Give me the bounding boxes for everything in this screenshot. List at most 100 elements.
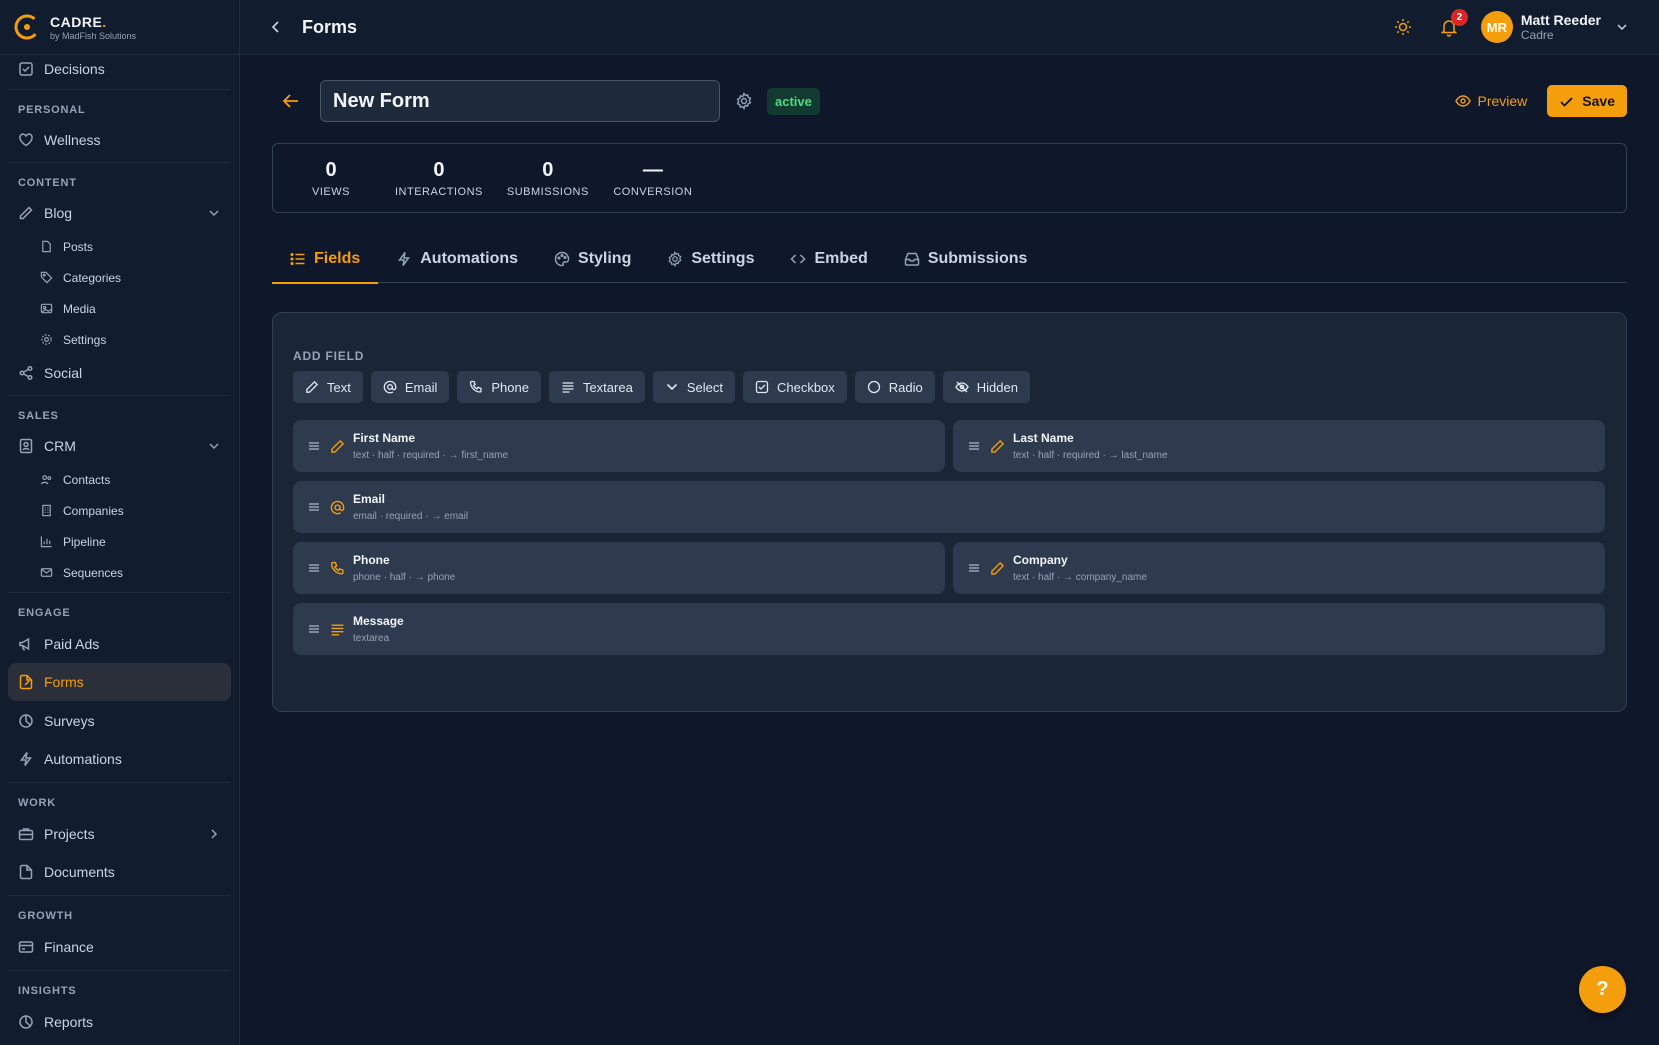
sidebar-item-label: Forms — [44, 674, 84, 690]
field-row-email[interactable]: Email email · required · → email — [293, 481, 1605, 533]
sidebar-subitem-categories[interactable]: Categories — [38, 262, 239, 293]
user-org: Cadre — [1520, 28, 1554, 42]
sidebar-item-social[interactable]: Social — [8, 355, 231, 391]
field-type-label: Text — [327, 379, 351, 395]
users-icon — [40, 475, 52, 485]
sidebar-subitem-companies[interactable]: Companies — [38, 495, 239, 526]
share-icon — [19, 365, 33, 381]
drag-handle-icon[interactable] — [307, 439, 321, 453]
sidebar-item-forms[interactable]: Forms — [8, 663, 231, 701]
chevron-down-icon[interactable] — [207, 439, 221, 453]
sidebar-item-label: Blog — [44, 205, 73, 221]
tab-label: Automations — [420, 250, 519, 267]
field-row-message[interactable]: Message textarea — [293, 603, 1605, 655]
status-badge: active — [767, 87, 820, 115]
card-icon — [18, 941, 34, 953]
add-radio-field-button[interactable]: Radio — [854, 371, 935, 403]
add-text-field-button[interactable]: Text — [293, 371, 363, 403]
sidebar-item-label: Wellness — [44, 132, 101, 148]
sidebar-item-decisions[interactable]: Decisions — [8, 53, 231, 85]
sidebar-item-finance[interactable]: Finance — [8, 928, 231, 966]
phone-icon — [330, 561, 344, 575]
field-type-label: Phone — [491, 379, 529, 395]
arrow-left-icon[interactable] — [280, 90, 302, 112]
chevron-down-icon[interactable] — [1615, 20, 1629, 34]
field-label: Last Name — [1013, 431, 1074, 445]
tab-label: Submissions — [927, 250, 1028, 267]
user-menu[interactable]: Matt Reeder Cadre — [1521, 12, 1601, 42]
tab-fields[interactable]: Fields — [272, 235, 379, 284]
field-row-phone[interactable]: Phone phone · half · → phone — [293, 542, 945, 594]
sidebar-item-wellness[interactable]: Wellness — [8, 122, 231, 158]
sun-icon[interactable] — [1393, 17, 1413, 37]
sidebar-subitem-settings[interactable]: Settings — [38, 324, 239, 355]
tab-embed[interactable]: Embed — [772, 235, 885, 283]
drag-handle-icon[interactable] — [307, 500, 321, 514]
cadre-logo-icon — [14, 14, 40, 40]
tab-automations[interactable]: Automations — [378, 235, 536, 283]
drag-handle-icon[interactable] — [307, 622, 321, 636]
tab-settings[interactable]: Settings — [649, 235, 772, 283]
pencil-icon — [991, 561, 1005, 575]
add-textarea-field-button[interactable]: Textarea — [548, 371, 645, 403]
sidebar-subitem-contacts[interactable]: Contacts — [38, 464, 239, 495]
add-phone-field-button[interactable]: Phone — [457, 371, 541, 403]
stat-label: VIEWS — [312, 185, 350, 198]
phone-icon — [470, 380, 483, 393]
tab-styling[interactable]: Styling — [536, 235, 649, 283]
sidebar-item-documents[interactable]: Documents — [8, 853, 231, 891]
sidebar-item-label: Documents — [44, 864, 115, 880]
field-row-first-name[interactable]: First Name text · half · required · → fi… — [293, 420, 945, 472]
sidebar-item-automations[interactable]: Automations — [8, 740, 231, 778]
form-icon — [19, 674, 33, 690]
avatar[interactable]: MR — [1480, 11, 1513, 43]
brand-subtitle: by MadFish Solutions — [50, 30, 137, 41]
field-type-label: Radio — [888, 379, 923, 395]
mail-icon — [40, 568, 53, 577]
sidebar-subitem-pipeline[interactable]: Pipeline — [38, 526, 239, 557]
tag-icon — [40, 271, 53, 284]
add-checkbox-field-button[interactable]: Checkbox — [742, 371, 847, 403]
sidebar-item-blog[interactable]: Blog — [8, 195, 231, 231]
stat-value: 0 — [325, 158, 337, 181]
tab-label: Fields — [314, 250, 361, 267]
save-button[interactable]: Save — [1547, 85, 1627, 117]
code-icon — [790, 254, 807, 264]
form-name-input[interactable] — [320, 80, 720, 122]
add-email-field-button[interactable]: Email — [370, 371, 450, 403]
sidebar-item-projects[interactable]: Projects — [8, 815, 231, 853]
sidebar-subitem-media[interactable]: Media — [38, 293, 239, 324]
at-icon — [330, 500, 345, 514]
lightning-icon — [398, 252, 411, 266]
chevron-left-icon[interactable] — [268, 19, 284, 35]
drag-handle-icon[interactable] — [967, 561, 981, 575]
drag-handle-icon[interactable] — [967, 439, 981, 453]
sidebar-subitem-posts[interactable]: Posts — [38, 231, 239, 262]
field-row-last-name[interactable]: Last Name text · half · required · → las… — [953, 420, 1605, 472]
add-select-field-button[interactable]: Select — [652, 371, 735, 403]
checkbox-icon — [755, 380, 769, 394]
chevron-right-icon[interactable] — [207, 827, 221, 841]
notification-badge: 2 — [1450, 9, 1468, 26]
user-name: Matt Reeder — [1520, 12, 1601, 28]
tab-submissions[interactable]: Submissions — [886, 235, 1046, 283]
sidebar-subitem-sequences[interactable]: Sequences — [38, 557, 239, 588]
help-button[interactable]: ? — [1579, 966, 1626, 1013]
sidebar-item-crm[interactable]: CRM — [8, 428, 231, 464]
sidebar-item-paid-ads[interactable]: Paid Ads — [8, 625, 231, 663]
field-label: First Name — [353, 431, 416, 445]
gear-icon[interactable] — [735, 92, 753, 110]
preview-button[interactable]: Preview — [1454, 93, 1527, 109]
chevron-down-icon — [666, 383, 677, 391]
sidebar-item-reports[interactable]: Reports — [8, 1003, 231, 1041]
sidebar-item-surveys[interactable]: Surveys — [8, 701, 231, 740]
contact-book-icon — [19, 438, 33, 454]
chevron-down-icon[interactable] — [207, 206, 221, 220]
notifications-button[interactable]: 2 — [1439, 9, 1468, 37]
drag-handle-icon[interactable] — [307, 561, 321, 575]
add-hidden-field-button[interactable]: Hidden — [942, 371, 1030, 403]
lines-icon — [331, 624, 344, 636]
palette-icon — [554, 251, 570, 267]
field-row-company[interactable]: Company text · half · → company_name — [953, 542, 1605, 594]
brand[interactable]: CADRE. by MadFish Solutions — [0, 0, 239, 55]
